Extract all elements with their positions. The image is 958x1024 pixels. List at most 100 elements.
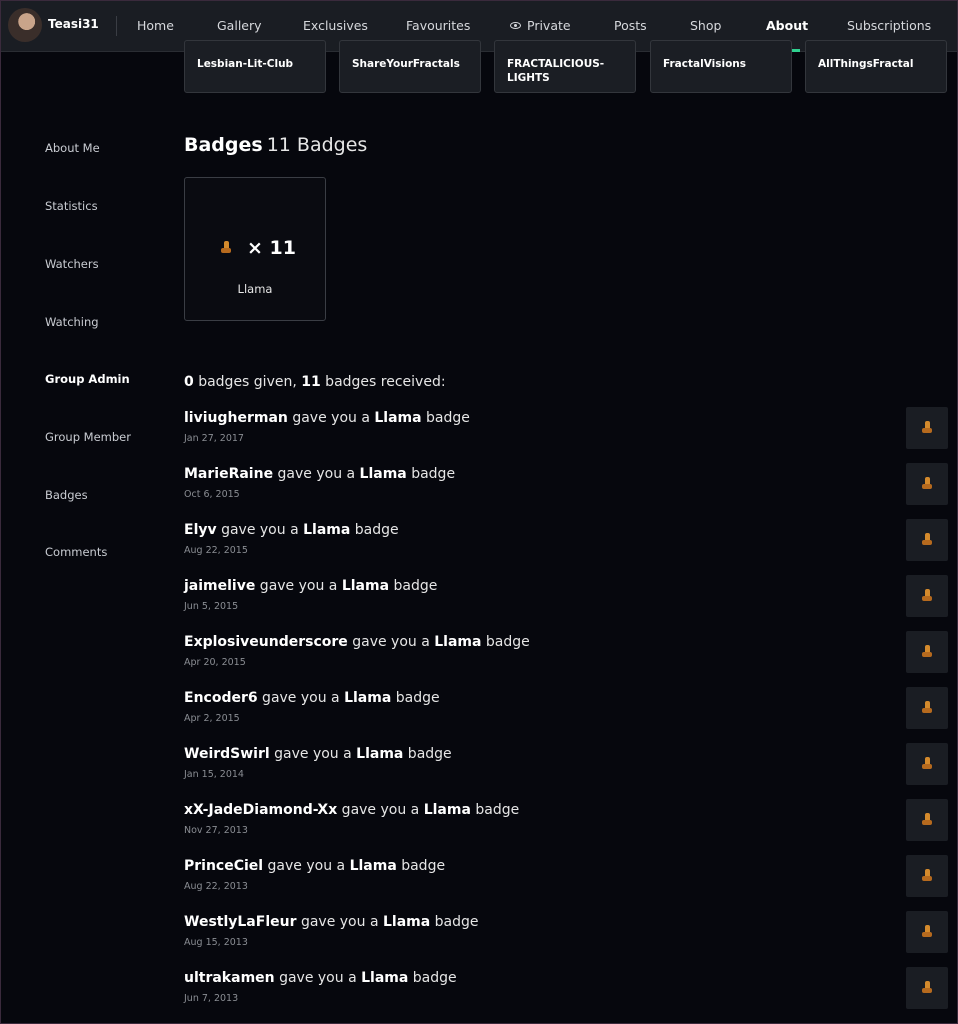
badge-link[interactable]: Llama [374,410,421,426]
giver-link[interactable]: jaimelive [184,578,255,594]
giver-link[interactable]: Elyv [184,522,217,538]
badge-thumbnail[interactable] [906,519,948,561]
giver-link[interactable]: PrinceCiel [184,858,263,874]
giver-link[interactable]: WestlyLaFleur [184,914,297,930]
badge-thumbnail[interactable] [906,855,948,897]
entry-date: Aug 22, 2015 [184,545,248,556]
entry-date: Jun 7, 2013 [184,993,239,1004]
nav-gallery[interactable]: Gallery [217,18,262,33]
group-card[interactable]: ShareYourFractals [339,40,481,93]
badge-link[interactable]: Llama [342,578,389,594]
nav-exclusives[interactable]: Exclusives [303,18,368,33]
badge-thumbnail[interactable] [906,911,948,953]
badge-thumbnail[interactable] [906,799,948,841]
entry-mid: gave you a [257,690,345,706]
badge-link[interactable]: Llama [361,970,408,986]
nav-divider [116,16,117,36]
giver-link[interactable]: WeirdSwirl [184,746,270,762]
sidebar-item-watchers[interactable]: Watchers [45,257,99,271]
list-item: jaimelive gave you a Llama badge Jun 5, 2… [184,575,948,628]
entry-end: badge [430,914,479,930]
llama-icon [920,924,934,940]
badge-thumbnail[interactable] [906,743,948,785]
username[interactable]: Teasi31 [48,17,99,31]
entry-mid: gave you a [287,410,375,426]
entry-end: badge [396,858,446,874]
badge-link[interactable]: Llama [383,914,430,930]
group-name: FRACTALICIOUS-LIGHTS [507,58,605,84]
entry-end: badge [389,578,438,594]
badge-thumbnail[interactable] [906,631,948,673]
llama-icon [920,532,934,548]
nav-home[interactable]: Home [137,18,174,33]
entry-mid: gave you a [216,522,304,538]
badge-entry-text: jaimelive gave you a Llama badge [184,578,948,594]
list-item: WestlyLaFleur gave you a Llama badge Aug … [184,911,948,964]
group-card[interactable]: Lesbian-Lit-Club [184,40,326,93]
nav-private[interactable]: Private [510,18,571,33]
group-card[interactable]: FRACTALICIOUS-LIGHTS [494,40,636,93]
badge-link[interactable]: Llama [434,634,481,650]
list-item: ultrakamen gave you a Llama badge Jun 7, … [184,967,948,1020]
giver-link[interactable]: Explosiveunderscore [184,634,348,650]
badge-thumbnail[interactable] [906,407,948,449]
badge-card[interactable]: × 11 Llama [184,177,326,321]
entry-mid: gave you a [337,802,424,818]
badge-thumbnail[interactable] [906,575,948,617]
group-card[interactable]: AllThingsFractal [805,40,947,93]
nav-about[interactable]: About [766,18,808,33]
giver-link[interactable]: MarieRaine [184,466,273,482]
badge-link[interactable]: Llama [360,466,407,482]
entry-mid: gave you a [263,858,350,874]
badge-link[interactable]: Llama [356,746,403,762]
badges-title: Badges [184,134,263,156]
llama-icon [920,588,934,604]
list-item: Encoder6 gave you a Llama badge Apr 2, 20… [184,687,948,740]
list-item: xX-JadeDiamond-Xx gave you a Llama badge… [184,799,948,852]
sidebar-item-comments[interactable]: Comments [45,545,107,559]
badge-entry-text: WestlyLaFleur gave you a Llama badge [184,914,948,930]
badge-thumbnail[interactable] [906,967,948,1009]
badge-link[interactable]: Llama [424,802,471,818]
badge-thumbnail[interactable] [906,463,948,505]
llama-icon [920,868,934,884]
giver-link[interactable]: liviugherman [184,410,288,426]
sidebar-item-about-me[interactable]: About Me [45,141,100,155]
group-name: AllThingsFractal [818,58,914,70]
badges-heading: Badges 11 Badges [184,134,367,156]
badge-link[interactable]: Llama [303,522,350,538]
sidebar-item-badges[interactable]: Badges [45,488,88,502]
badge-entry-text: liviugherman gave you a Llama badge [184,410,948,426]
list-item: Elyv gave you a Llama badge Aug 22, 2015 [184,519,948,572]
eye-icon [510,22,521,29]
badge-thumbnail[interactable] [906,687,948,729]
badge-link[interactable]: Llama [350,858,397,874]
nav-shop[interactable]: Shop [690,18,721,33]
group-card[interactable]: FractalVisions [650,40,792,93]
entry-date: Jan 27, 2017 [184,433,244,444]
giver-link[interactable]: Encoder6 [184,690,258,706]
entry-end: badge [408,970,457,986]
given-count: 0 [184,374,194,390]
nav-posts[interactable]: Posts [614,18,647,33]
giver-link[interactable]: ultrakamen [184,970,275,986]
sidebar-item-statistics[interactable]: Statistics [45,199,98,213]
avatar[interactable] [8,8,42,42]
group-name: ShareYourFractals [352,58,460,70]
badge-entry-text: xX-JadeDiamond-Xx gave you a Llama badge [184,802,948,818]
badges-summary: 0 badges given, 11 badges received: [184,374,446,390]
sidebar-item-watching[interactable]: Watching [45,315,99,329]
sidebar-item-group-member[interactable]: Group Member [45,430,131,444]
entry-end: badge [403,746,452,762]
group-name: Lesbian-Lit-Club [197,58,294,70]
badge-link[interactable]: Llama [344,690,391,706]
nav-favourites[interactable]: Favourites [406,18,470,33]
sidebar-item-group-admin[interactable]: Group Admin [45,372,130,386]
llama-icon [920,420,934,436]
list-item: PrinceCiel gave you a Llama badge Aug 22,… [184,855,948,908]
badge-entry-text: Encoder6 gave you a Llama badge [184,690,948,706]
giver-link[interactable]: xX-JadeDiamond-Xx [184,802,337,818]
llama-icon [920,476,934,492]
nav-subscriptions[interactable]: Subscriptions [847,18,931,33]
entry-end: badge [481,634,530,650]
